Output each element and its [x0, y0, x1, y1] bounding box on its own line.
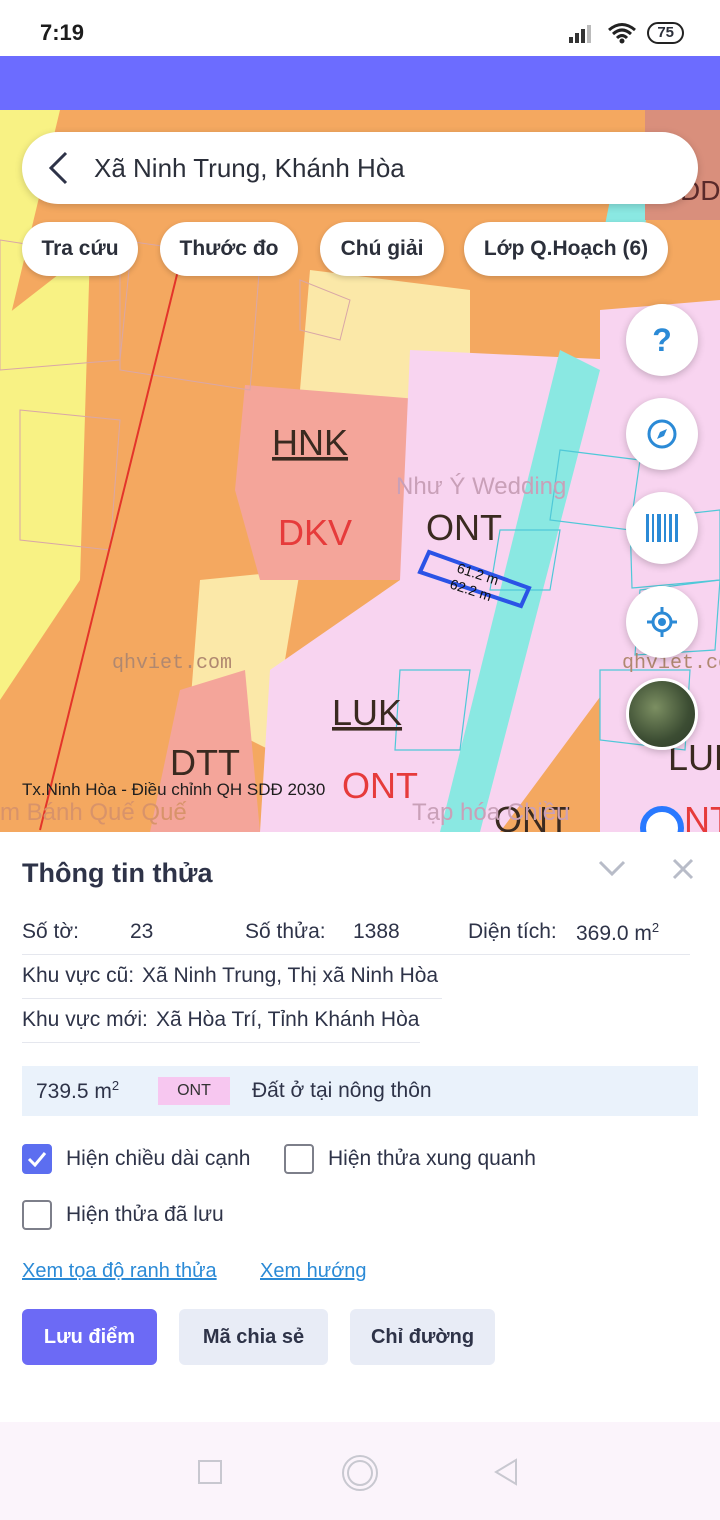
poi-shop: Tạp hóa Chiều [412, 799, 569, 826]
checkbox-checked-icon[interactable] [22, 1144, 52, 1174]
khu-vuc-moi-value: Xã Hòa Trí, Tỉnh Khánh Hòa [156, 1008, 420, 1031]
so-thua-value: 1388 [353, 920, 400, 943]
barcode-button[interactable] [626, 492, 698, 564]
map-view[interactable]: HNK DKV ONT LUK ONT DTT ONT LUK NT Như Ý… [0, 110, 720, 832]
checkbox-label: Hiện thửa đã lưu [66, 1203, 224, 1226]
khu-vuc-cu-label: Khu vực cũ: [22, 964, 135, 987]
satellite-layer-button[interactable] [626, 678, 698, 750]
target-icon [647, 607, 677, 637]
chip-thuoc-do[interactable]: Thước đo [160, 222, 298, 276]
chevron-down-icon[interactable] [598, 858, 626, 878]
map-watermark: qhviet.com [112, 652, 232, 675]
help-button[interactable]: ? [626, 304, 698, 376]
divider [22, 998, 442, 999]
so-to-value: 23 [130, 920, 154, 943]
map-label-nt-right: NT [684, 799, 720, 832]
my-location-button[interactable] [626, 586, 698, 658]
status-bar: 7:19 75 [0, 0, 720, 56]
status-icons: 75 [569, 22, 684, 44]
view-direction-link[interactable]: Xem hướng [260, 1260, 367, 1283]
khu-vuc-moi-label: Khu vực mới: [22, 1008, 148, 1031]
back-icon[interactable] [22, 132, 94, 204]
map-label-ont: ONT [426, 507, 502, 548]
checkbox-label: Hiện thửa xung quanh [328, 1147, 536, 1170]
show-saved-checkbox[interactable]: Hiện thửa đã lưu [22, 1200, 224, 1230]
show-edge-length-checkbox[interactable]: Hiện chiều dài cạnh [22, 1144, 250, 1174]
save-point-button[interactable]: Lưu điểm [22, 1309, 157, 1365]
compass-icon [647, 419, 677, 449]
zone-area: 739.5 m2 [36, 1078, 120, 1103]
land-use-zone-row[interactable]: 739.5 m2 ONT Đất ở tại nông thôn [22, 1066, 698, 1116]
battery-indicator: 75 [647, 22, 684, 44]
khu-vuc-cu-value: Xã Ninh Trung, Thị xã Ninh Hòa [142, 964, 439, 987]
divider [22, 1042, 420, 1043]
barcode-icon [646, 514, 678, 542]
map-canvas[interactable]: HNK DKV ONT LUK ONT DTT ONT LUK NT Như Ý… [0, 110, 720, 832]
poi-banh-que: m Bánh Quế Quế [0, 799, 187, 826]
map-plan-caption: Tx.Ninh Hòa - Điều chỉnh QH SDĐ 2030 [22, 780, 326, 799]
view-coordinates-link[interactable]: Xem tọa độ ranh thửa [22, 1260, 217, 1283]
chip-chu-giai[interactable]: Chú giải [320, 222, 444, 276]
map-label-dtt: DTT [170, 742, 240, 783]
signal-icon [569, 25, 592, 43]
checkbox-icon[interactable] [22, 1200, 52, 1230]
poi-wedding: Như Ý Wedding [396, 473, 566, 500]
directions-button[interactable]: Chỉ đường [350, 1309, 495, 1365]
help-icon: ? [652, 321, 672, 358]
back-nav-icon[interactable] [494, 1458, 518, 1486]
divider [22, 954, 690, 955]
chip-lop-quy-hoach[interactable]: Lớp Q.Hoạch (6) [464, 222, 668, 276]
system-nav-bar [0, 1422, 720, 1520]
location-search-bar[interactable]: Xã Ninh Trung, Khánh Hòa [22, 132, 698, 204]
so-thua-label: Số thửa: [245, 920, 326, 943]
close-icon[interactable] [672, 858, 694, 880]
checkbox-icon[interactable] [284, 1144, 314, 1174]
dien-tich-value: 369.0 m2 [576, 920, 660, 945]
recent-apps-icon[interactable] [198, 1460, 222, 1484]
so-to-label: Số tờ: [22, 920, 79, 943]
show-surrounding-checkbox[interactable]: Hiện thửa xung quanh [284, 1144, 536, 1174]
chip-tra-cuu[interactable]: Tra cứu [22, 222, 138, 276]
status-time: 7:19 [40, 20, 85, 45]
map-label-luk: LUK [332, 692, 402, 733]
map-label-ont-red: ONT [342, 765, 418, 806]
zone-code-badge: ONT [158, 1077, 230, 1105]
home-icon[interactable] [341, 1454, 379, 1492]
dien-tich-label: Diện tích: [468, 920, 557, 943]
panel-title: Thông tin thửa [22, 858, 213, 888]
map-label-dkv: DKV [278, 512, 352, 553]
checkbox-label: Hiện chiều dài cạnh [66, 1147, 251, 1170]
map-label-hnk: HNK [272, 422, 348, 463]
wifi-icon [608, 23, 637, 44]
app-bar [0, 56, 720, 110]
zone-description: Đất ở tại nông thôn [252, 1079, 432, 1102]
location-title: Xã Ninh Trung, Khánh Hòa [94, 152, 405, 183]
share-code-button[interactable]: Mã chia sẻ [179, 1309, 328, 1365]
parcel-info-panel: Thông tin thửa Số tờ: 23 Số thửa: 1388 D… [0, 832, 720, 1422]
compass-button[interactable] [626, 398, 698, 470]
